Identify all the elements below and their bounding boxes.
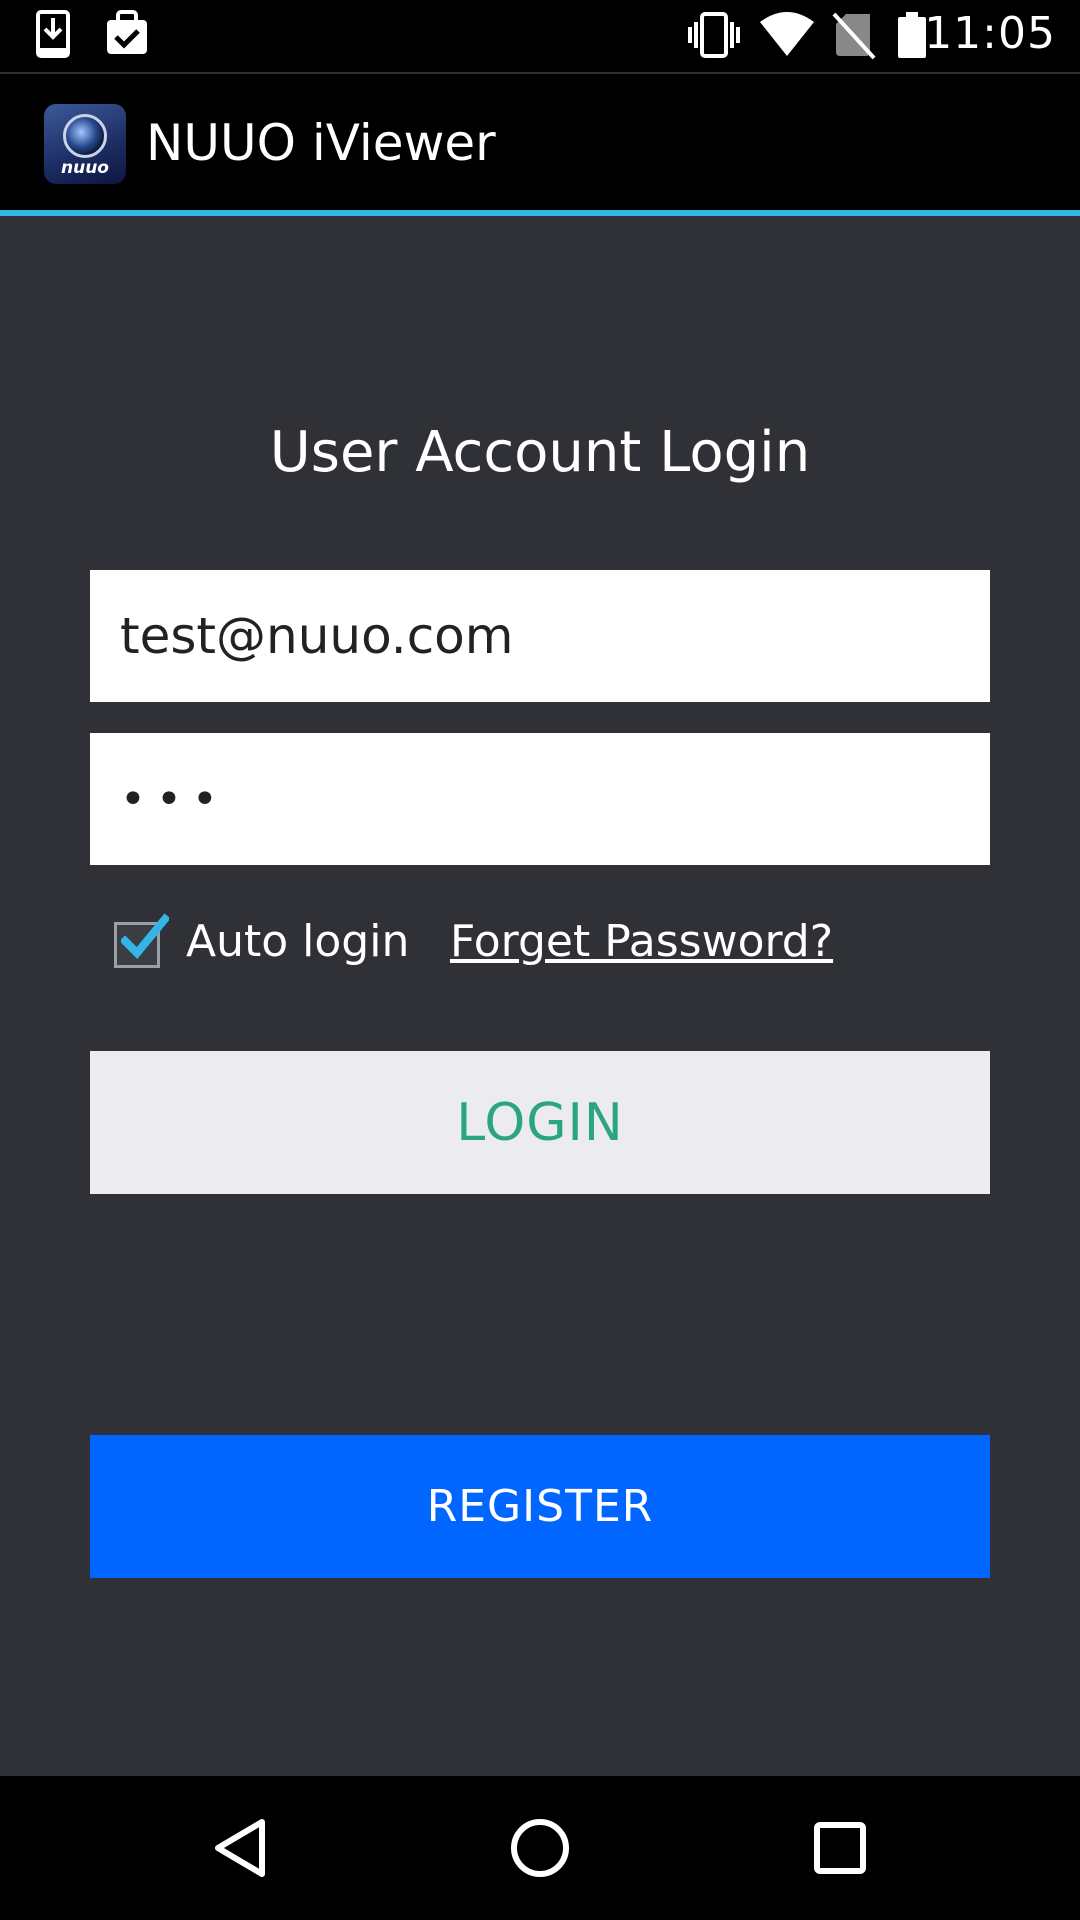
home-icon xyxy=(511,1819,569,1877)
no-sim-icon xyxy=(832,10,876,64)
wifi-icon xyxy=(758,10,816,64)
app-title: NUUO iViewer xyxy=(146,114,496,172)
recents-button[interactable] xyxy=(790,1800,890,1896)
login-button[interactable]: LOGIN xyxy=(90,1051,990,1194)
home-button[interactable] xyxy=(490,1800,590,1896)
auto-login-checkbox[interactable] xyxy=(114,913,169,968)
recents-icon xyxy=(814,1822,866,1874)
back-icon xyxy=(215,1819,265,1877)
vibrate-icon xyxy=(686,10,742,64)
app-logo-brand: nuuo xyxy=(61,158,109,178)
app-logo-icon: nuuo xyxy=(44,104,126,184)
download-icon xyxy=(36,10,72,64)
register-button[interactable]: REGISTER xyxy=(90,1435,990,1578)
password-input[interactable] xyxy=(90,733,990,865)
battery-icon xyxy=(896,10,928,64)
back-button[interactable] xyxy=(190,1800,290,1896)
navigation-bar xyxy=(0,1776,1080,1920)
camera-lens-icon xyxy=(63,114,107,158)
forget-password-link[interactable]: Forget Password? xyxy=(450,916,833,967)
action-bar-accent-line xyxy=(0,210,1080,216)
login-heading: User Account Login xyxy=(269,420,811,485)
clipboard-check-icon xyxy=(104,10,150,62)
email-input[interactable] xyxy=(90,570,990,702)
status-bar: 11:05 xyxy=(0,0,1080,72)
auto-login-label[interactable]: Auto login xyxy=(186,916,409,967)
status-time: 11:05 xyxy=(924,8,1056,59)
screen: 11:05 nuuo NUUO iViewer User Account Log… xyxy=(0,0,1080,1920)
checkmark-icon xyxy=(121,913,169,959)
